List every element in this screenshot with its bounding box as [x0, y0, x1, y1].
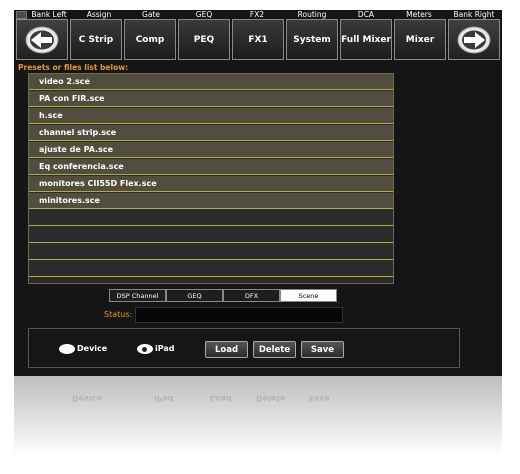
peq-button[interactable]: PEQ [178, 19, 230, 60]
device-radio[interactable] [59, 344, 75, 354]
list-item[interactable]: h.sce [29, 108, 393, 124]
reflection-save-label: Save [308, 394, 330, 403]
file-name: video 2.sce [39, 77, 90, 86]
reflection-ipad-label: iPad [154, 394, 174, 403]
list-item[interactable]: Eq conferencia.sce [29, 159, 393, 175]
list-item[interactable]: video 2.sce [29, 74, 393, 90]
ipad-label: iPad [155, 344, 175, 353]
list-item-empty[interactable] [29, 210, 393, 226]
fx2-label: FX2 [249, 10, 265, 19]
bank-right-button[interactable] [448, 19, 500, 60]
list-item-empty[interactable] [29, 261, 393, 277]
list-item-empty[interactable] [29, 227, 393, 243]
storage-panel: Device iPad Load Delete Save [28, 328, 460, 368]
list-item[interactable]: ajuste de PA.sce [29, 142, 393, 158]
bank-right-label: Bank Right [453, 10, 495, 19]
file-name: PA con FIR.sce [39, 94, 105, 103]
bank-left-label: Bank Left [31, 10, 67, 19]
bank-left-button[interactable] [16, 19, 68, 60]
dca-label: DCA [357, 10, 375, 19]
top-navigation: Bank Left Assign Gate GEQ FX2 Routing DC… [14, 10, 502, 62]
mixer-button[interactable]: Mixer [394, 19, 446, 60]
system-button[interactable]: System [286, 19, 338, 60]
tab-geq[interactable]: GEQ [166, 289, 223, 302]
reflection-device-label: Device [72, 394, 103, 403]
status-field [135, 307, 343, 323]
file-list: video 2.sce PA con FIR.sce h.sce channel… [28, 73, 394, 284]
file-name: monitores CII55D Flex.sce [39, 179, 157, 188]
fx1-button[interactable]: FX1 [232, 19, 284, 60]
assign-label: Assign [86, 10, 112, 19]
list-item[interactable]: minitores.sce [29, 193, 393, 209]
tab-scene[interactable]: Scene [280, 289, 337, 302]
arrow-right-icon [457, 26, 491, 53]
tab-dsp-channel[interactable]: DSP Channel [109, 289, 166, 302]
list-item[interactable]: channel strip.sce [29, 125, 393, 141]
geq-label: GEQ [195, 10, 213, 19]
file-name: channel strip.sce [39, 128, 117, 137]
status-label: Status: [104, 310, 133, 319]
gate-label: Gate [142, 10, 160, 19]
presets-list-label: Presets or files list below: [18, 63, 129, 72]
file-name: ajuste de PA.sce [39, 145, 114, 154]
device-label: Device [77, 344, 108, 353]
list-item[interactable]: monitores CII55D Flex.sce [29, 176, 393, 192]
full-mixer-button[interactable]: Full Mixer [340, 19, 392, 60]
file-name: minitores.sce [39, 196, 100, 205]
screen-reflection: Device iPad Load Delete Save [14, 376, 502, 456]
save-button[interactable]: Save [301, 341, 344, 358]
list-item-empty[interactable] [29, 244, 393, 260]
reflection-load-label: Load [210, 394, 232, 403]
load-button[interactable]: Load [205, 341, 248, 358]
meters-label: Meters [406, 10, 432, 19]
file-name: h.sce [39, 111, 63, 120]
arrow-left-icon [25, 26, 59, 53]
category-tabs: DSP Channel GEQ DFX Scene [109, 289, 337, 302]
file-name: Eq conferencia.sce [39, 162, 124, 171]
list-item[interactable]: PA con FIR.sce [29, 91, 393, 107]
delete-button[interactable]: Delete [253, 341, 296, 358]
reflection-delete-label: Delete [256, 394, 286, 403]
mixer-app: Bank Left Assign Gate GEQ FX2 Routing DC… [14, 10, 502, 376]
routing-label: Routing [297, 10, 327, 19]
comp-button[interactable]: Comp [124, 19, 176, 60]
tab-dfx[interactable]: DFX [223, 289, 280, 302]
c-strip-button[interactable]: C Strip [70, 19, 122, 60]
ipad-radio[interactable] [137, 344, 153, 354]
